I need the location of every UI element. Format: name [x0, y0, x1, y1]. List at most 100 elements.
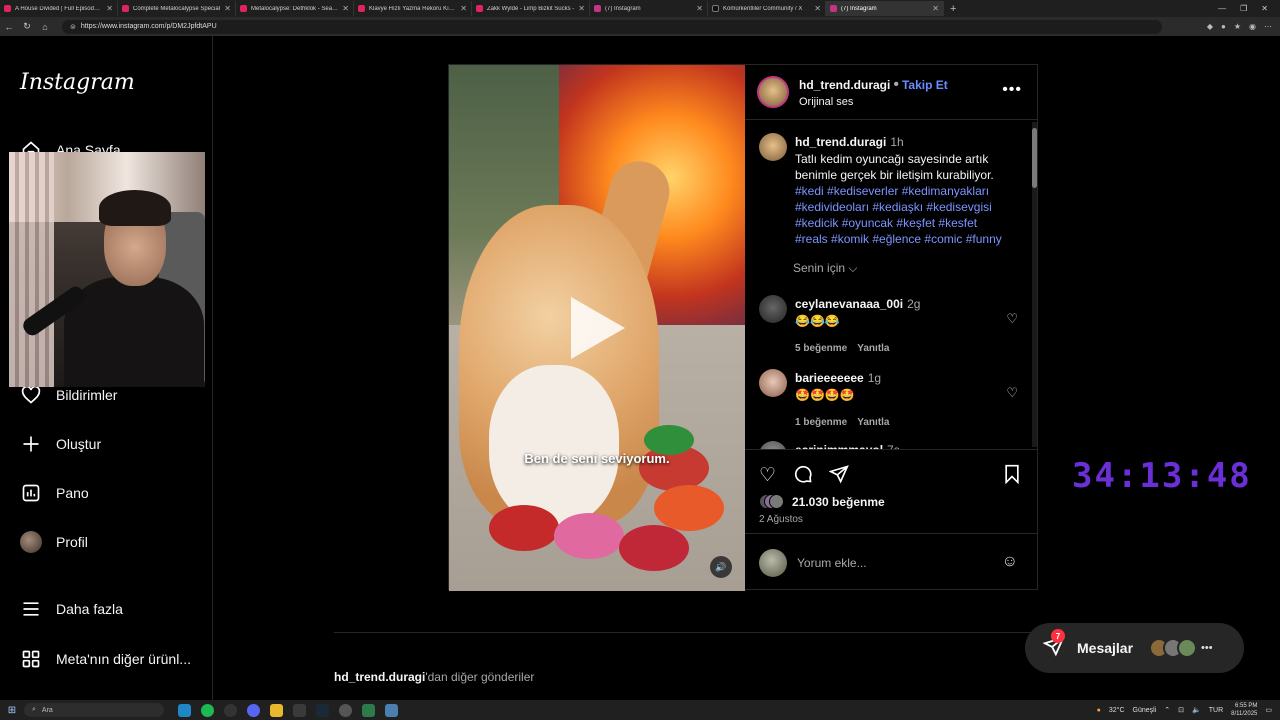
discord-icon[interactable] — [247, 703, 260, 717]
browser-tab[interactable]: (7) Instagram ✕ — [590, 1, 708, 16]
site-info-icon[interactable]: ⊜ — [70, 23, 76, 31]
comment-username[interactable]: ceylanevanaaa_00i — [795, 297, 903, 311]
weather-temp[interactable]: 32°C — [1109, 707, 1125, 714]
more-posts-heading: hd_trend.duragi'dan diğer gönderiler — [334, 670, 534, 684]
back-icon[interactable]: ← — [0, 22, 18, 32]
notifications-icon[interactable]: ▭ — [1265, 706, 1272, 714]
caption-hashtags[interactable]: #kedi #kediseverler #kedimanyakları #ked… — [795, 183, 1005, 247]
close-tab-icon[interactable]: ✕ — [578, 4, 585, 13]
commenter-avatar[interactable] — [759, 441, 787, 449]
close-tab-icon[interactable]: ✕ — [224, 4, 231, 13]
youtube-icon — [240, 5, 247, 12]
maximize-icon[interactable]: ❐ — [1240, 4, 1247, 13]
sidebar-item-profile[interactable]: Profil — [20, 531, 88, 553]
favorites-icon[interactable]: ★ — [1234, 22, 1241, 31]
steam-icon[interactable] — [316, 703, 329, 717]
close-tab-icon[interactable]: ✕ — [342, 4, 349, 13]
instagram-logo[interactable]: Instagram — [20, 70, 135, 95]
for-you-label: Senin için — [793, 261, 846, 275]
scrollbar-thumb[interactable] — [1032, 128, 1037, 188]
caption-username[interactable]: hd_trend.duragi — [795, 135, 886, 149]
tray-overflow-icon[interactable]: ⌃ — [1164, 706, 1170, 714]
commenter-avatar[interactable] — [759, 369, 787, 397]
edge-icon[interactable] — [178, 703, 191, 717]
comment-time: 1g — [867, 371, 882, 385]
comment-like-icon[interactable]: ♡ — [1006, 311, 1018, 327]
more-posts-username[interactable]: hd_trend.duragi — [334, 670, 425, 684]
share-icon[interactable] — [828, 464, 849, 490]
spotify-icon[interactable] — [201, 703, 214, 717]
author-avatar[interactable] — [757, 76, 789, 108]
sidebar-item-label: Daha fazla — [56, 601, 123, 617]
close-icon[interactable]: ✕ — [1261, 4, 1268, 13]
messages-button[interactable]: 7 Mesajlar ••• — [1025, 623, 1244, 673]
emoji-icon[interactable]: ☺ — [1002, 553, 1018, 571]
sidebar-item-create[interactable]: Oluştur — [20, 433, 101, 455]
file-explorer-icon[interactable] — [270, 703, 283, 717]
like-count[interactable]: 21.030 beğenme — [759, 494, 885, 509]
new-tab-button[interactable]: + — [944, 3, 962, 15]
close-tab-icon[interactable]: ✕ — [460, 4, 467, 13]
reply-button[interactable]: Yanıtla — [857, 417, 889, 428]
more-options-icon[interactable]: ••• — [1002, 81, 1022, 99]
browser-tab[interactable]: Metalocalypse: Dethklok - Seaso ✕ — [236, 1, 354, 16]
windows-start-icon[interactable]: ⊞ — [0, 705, 24, 716]
like-icon[interactable]: ♡ — [759, 464, 776, 487]
sidebar-item-notifications[interactable]: Bildirimler — [20, 384, 117, 406]
commenter-avatar[interactable] — [759, 295, 787, 323]
profile-icon[interactable]: ◉ — [1249, 22, 1256, 31]
comment-likes[interactable]: 5 beğenme — [795, 343, 847, 354]
comment-like-icon[interactable]: ♡ — [1006, 385, 1018, 401]
app-icon[interactable] — [385, 703, 398, 717]
sidebar-item-more[interactable]: Daha fazla — [20, 598, 123, 620]
network-icon[interactable]: ⊡ — [1178, 706, 1184, 714]
bookmark-icon[interactable] — [1003, 464, 1021, 490]
xbox-icon[interactable] — [293, 703, 306, 717]
language-indicator[interactable]: TUR — [1209, 707, 1223, 714]
browser-tab-active[interactable]: (7) Instagram ✕ — [826, 1, 944, 16]
browser-tab[interactable]: Klavye Hızlı Yazma Rekoru Kırıldı ✕ — [354, 1, 472, 16]
for-you-toggle[interactable]: Senin için ⌵ — [793, 261, 857, 276]
obs-icon[interactable] — [224, 703, 237, 717]
browser-tab[interactable]: A House Divided | Full Episode | T ✕ — [0, 1, 118, 16]
audio-label[interactable]: Orijinal ses — [799, 96, 948, 108]
extension-icon[interactable]: ◆ — [1207, 22, 1213, 31]
close-tab-icon[interactable]: ✕ — [932, 4, 939, 13]
comment-icon[interactable] — [793, 464, 813, 490]
extension-icon[interactable]: ● — [1221, 22, 1226, 31]
post-video[interactable]: Ben de seni seviyorum. 🔊 — [449, 65, 745, 591]
volume-icon[interactable]: 🔊 — [710, 556, 732, 578]
comment-username[interactable]: barieeeeeee — [795, 371, 864, 385]
browser-tab[interactable]: Zakk Wylde - Limp Bizkit Sucks - ✕ — [472, 1, 590, 16]
author-avatar[interactable] — [759, 133, 787, 161]
minimize-icon[interactable]: — — [1218, 4, 1226, 13]
close-tab-icon[interactable]: ✕ — [814, 4, 821, 13]
chevron-down-icon: ⌵ — [848, 261, 858, 275]
comment-likes[interactable]: 1 beğenme — [795, 417, 847, 428]
sidebar-item-meta-apps[interactable]: Meta'nın diğer ürünl... — [20, 648, 191, 670]
talk-button — [489, 505, 559, 551]
comment-item: ecrinimmmayol7s — [759, 441, 1005, 449]
play-icon[interactable] — [571, 297, 625, 359]
sidebar-item-dashboard[interactable]: Pano — [20, 482, 89, 504]
home-icon[interactable]: ⌂ — [36, 22, 54, 32]
heart-icon — [20, 384, 42, 406]
comment-input[interactable]: Yorum ekle... — [797, 556, 867, 570]
comments-scrollbar[interactable] — [1032, 122, 1037, 447]
browser-tab[interactable]: Kömürkentliler Community / X ✕ — [708, 1, 826, 16]
close-tab-icon[interactable]: ✕ — [696, 4, 703, 13]
settings-icon[interactable] — [339, 703, 352, 717]
close-tab-icon[interactable]: ✕ — [106, 4, 113, 13]
taskbar-clock[interactable]: 6:55 PM 8/11/2025 — [1231, 702, 1257, 718]
url-field[interactable]: ⊜ https://www.instagram.com/p/DM2JpfdtAP… — [62, 19, 1162, 34]
taskbar-search[interactable]: ⌕ Ara — [24, 703, 164, 717]
reload-icon[interactable]: ↻ — [18, 21, 36, 32]
browser-tab[interactable]: Complete Metalocalypse Special ✕ — [118, 1, 236, 16]
volume-icon[interactable]: 🔈 — [1192, 706, 1201, 714]
follow-button[interactable]: Takip Et — [902, 78, 948, 92]
app-icon[interactable] — [362, 703, 375, 717]
author-username[interactable]: hd_trend.duragi — [799, 78, 890, 92]
windows-taskbar: ⊞ ⌕ Ara ● 32°C Güneşli ⌃ ⊡ 🔈 TUR 6:55 PM … — [0, 700, 1280, 720]
more-icon[interactable]: ⋯ — [1264, 22, 1272, 31]
reply-button[interactable]: Yanıtla — [857, 343, 889, 354]
